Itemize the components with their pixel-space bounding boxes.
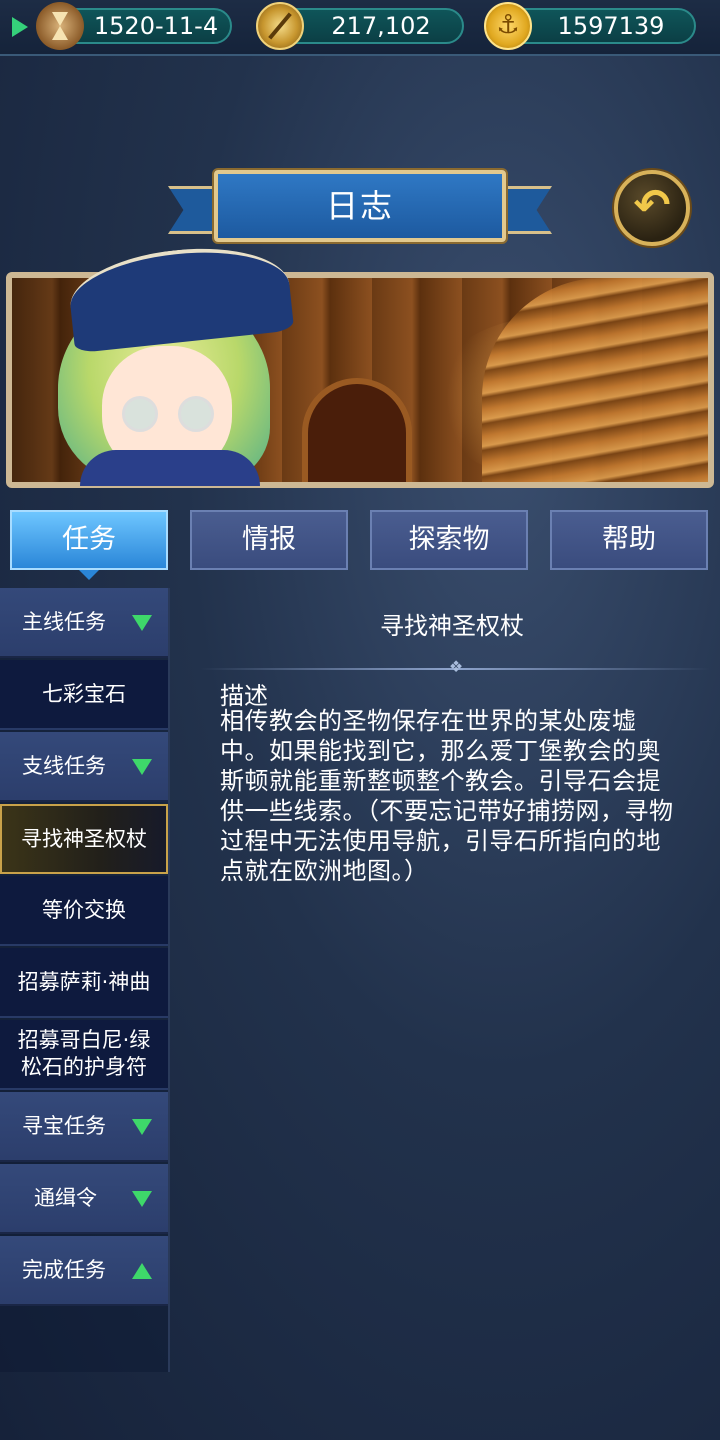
date-value: 1520-11-4 bbox=[93, 12, 219, 40]
gold-value: 1597139 bbox=[557, 12, 665, 40]
back-arrow-icon: ↶ bbox=[633, 180, 671, 231]
compass-icon bbox=[256, 2, 304, 50]
quest-description: 相传教会的圣物保存在世界的某处废墟中。如果能找到它，那么爱丁堡教会的奥斯顿就能重… bbox=[220, 707, 674, 885]
sidebar-item-label: 招募萨莉·神曲 bbox=[17, 969, 151, 994]
sidebar-group-main-quests[interactable]: 主线任务 bbox=[0, 588, 168, 658]
tab-discoveries[interactable]: 探索物 bbox=[370, 510, 528, 570]
expand-down-icon bbox=[132, 615, 152, 631]
sidebar-item-label: 等价交换 bbox=[42, 897, 126, 922]
sidebar-item-holy-scepter[interactable]: 寻找神圣权杖 bbox=[0, 804, 168, 874]
sidebar-item-rainbow-gem[interactable]: 七彩宝石 bbox=[0, 660, 168, 730]
spiral-stairs bbox=[482, 278, 708, 482]
glasses-right bbox=[178, 396, 214, 432]
page-title: 日志 bbox=[214, 170, 506, 242]
expand-down-icon bbox=[132, 1191, 152, 1207]
character-hat bbox=[65, 238, 295, 354]
sidebar-item-label: 通缉令 bbox=[34, 1185, 97, 1210]
status-bar: 1520-11-4 217,102 1597139 bbox=[0, 0, 720, 56]
arched-door bbox=[302, 378, 412, 482]
hourglass-icon bbox=[36, 2, 84, 50]
title-banner: 日志 bbox=[168, 170, 552, 246]
tab-help[interactable]: 帮助 bbox=[550, 510, 708, 570]
sidebar-item-label: 完成任务 bbox=[22, 1257, 106, 1282]
gold-display: 1597139 bbox=[506, 8, 696, 44]
anchor-coin-icon bbox=[484, 2, 532, 50]
sidebar-group-wanted[interactable]: 通缉令 bbox=[0, 1164, 168, 1234]
sidebar-item-label: 主线任务 bbox=[22, 609, 106, 634]
sidebar-item-equal-exchange[interactable]: 等价交换 bbox=[0, 876, 168, 946]
sidebar-group-treasure-quests[interactable]: 寻宝任务 bbox=[0, 1092, 168, 1162]
reputation-value: 217,102 bbox=[331, 12, 431, 40]
sidebar-item-label: 寻找神圣权杖 bbox=[21, 826, 147, 851]
sidebar-group-side-quests[interactable]: 支线任务 bbox=[0, 732, 168, 802]
glasses-left bbox=[122, 396, 158, 432]
tab-quests[interactable]: 任务 bbox=[10, 510, 168, 580]
divider-ornament-icon: ❖ bbox=[448, 657, 464, 676]
quest-title: 寻找神圣权杖 bbox=[380, 612, 524, 640]
back-button[interactable]: ↶ bbox=[614, 170, 690, 246]
quest-sidebar: 主线任务 七彩宝石 支线任务 寻找神圣权杖 等价交换 招募萨莉·神曲 招募哥白尼… bbox=[0, 588, 170, 1372]
character-coat bbox=[80, 450, 260, 486]
collapse-up-icon bbox=[132, 1263, 152, 1279]
character-portrait bbox=[10, 238, 295, 486]
tab-intel[interactable]: 情报 bbox=[190, 510, 348, 570]
sidebar-item-label: 寻宝任务 bbox=[22, 1113, 106, 1138]
sidebar-item-label: 七彩宝石 bbox=[42, 681, 126, 706]
expand-down-icon bbox=[132, 759, 152, 775]
sidebar-item-recruit-copernicus[interactable]: 招募哥白尼·绿松石的护身符 bbox=[0, 1020, 168, 1090]
sidebar-item-recruit-sally[interactable]: 招募萨莉·神曲 bbox=[0, 948, 168, 1018]
expand-down-icon bbox=[132, 1119, 152, 1135]
sidebar-item-label: 招募哥白尼·绿松石的护身符 bbox=[17, 1028, 151, 1079]
sidebar-item-label: 支线任务 bbox=[22, 753, 106, 778]
reputation-display: 217,102 bbox=[278, 8, 464, 44]
play-icon[interactable] bbox=[12, 17, 28, 37]
sidebar-group-completed[interactable]: 完成任务 bbox=[0, 1236, 168, 1306]
